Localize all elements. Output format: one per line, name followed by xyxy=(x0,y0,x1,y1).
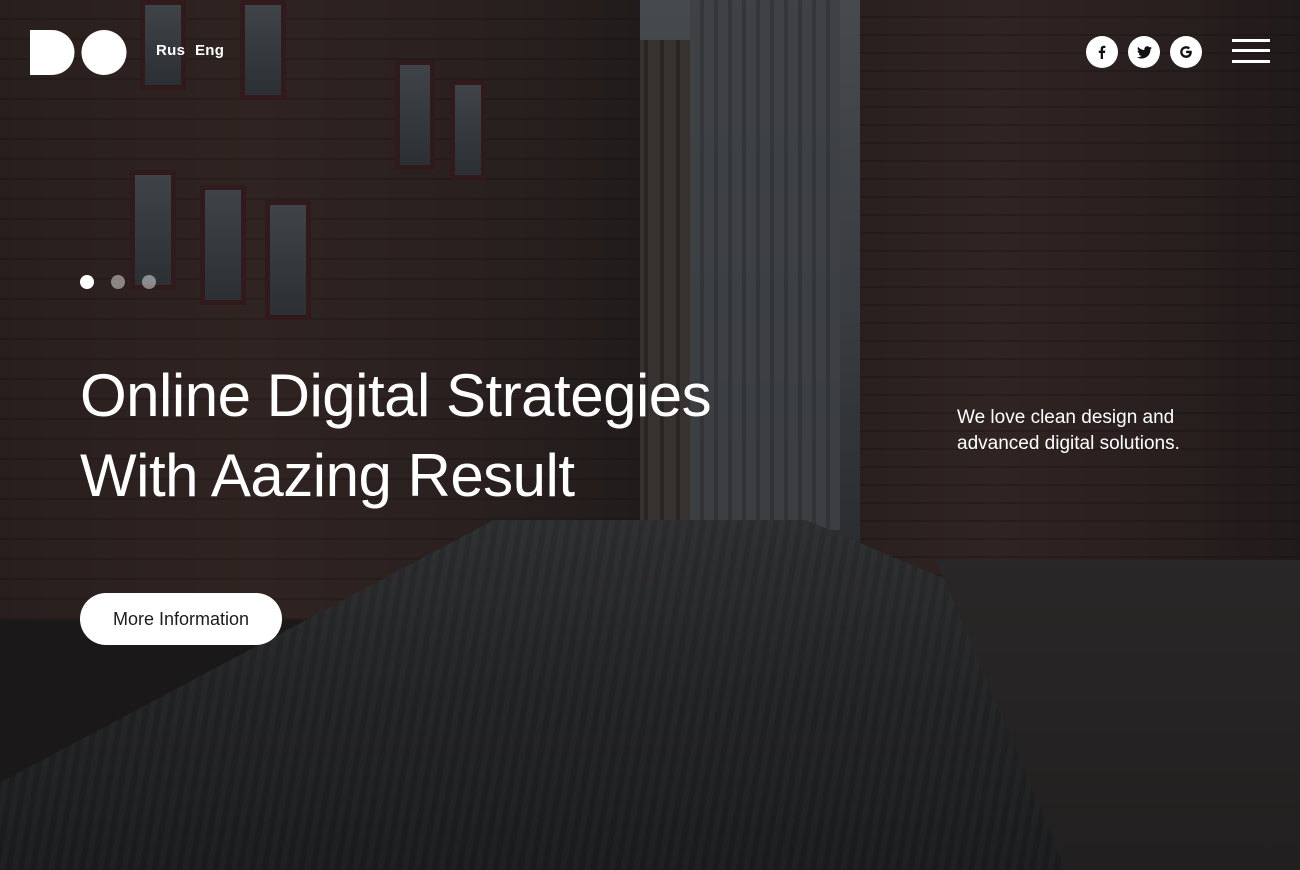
more-information-button[interactable]: More Information xyxy=(80,593,282,645)
slider-dot-1[interactable] xyxy=(80,275,94,289)
do-logo[interactable] xyxy=(30,30,127,75)
twitter-icon xyxy=(1136,45,1152,58)
slider-dot-3[interactable] xyxy=(142,275,156,289)
slider-dot-2[interactable] xyxy=(111,275,125,289)
twitter-button[interactable] xyxy=(1128,36,1160,68)
hero-title-line-1: Online Digital Strategies xyxy=(80,362,712,429)
facebook-icon xyxy=(1098,45,1106,59)
slider-dots xyxy=(80,275,156,289)
hamburger-menu-icon[interactable] xyxy=(1232,39,1270,65)
menu-bar xyxy=(1232,60,1270,63)
language-rus-link[interactable]: Rus xyxy=(156,42,185,59)
hero-title-line-2: With Aazing Result xyxy=(80,442,575,509)
google-button[interactable] xyxy=(1170,36,1202,68)
tagline-line-2: advanced digital solutions. xyxy=(957,433,1180,454)
hero-tagline: We love clean design and advanced digita… xyxy=(957,405,1207,455)
facebook-button[interactable] xyxy=(1086,36,1118,68)
google-icon xyxy=(1180,46,1192,58)
tagline-line-1: We love clean design and xyxy=(957,407,1175,428)
language-eng-link[interactable]: Eng xyxy=(195,42,224,59)
menu-bar xyxy=(1232,39,1270,42)
menu-bar xyxy=(1232,49,1270,52)
hero-title: Online Digital Strategies With Aazing Re… xyxy=(80,356,780,516)
